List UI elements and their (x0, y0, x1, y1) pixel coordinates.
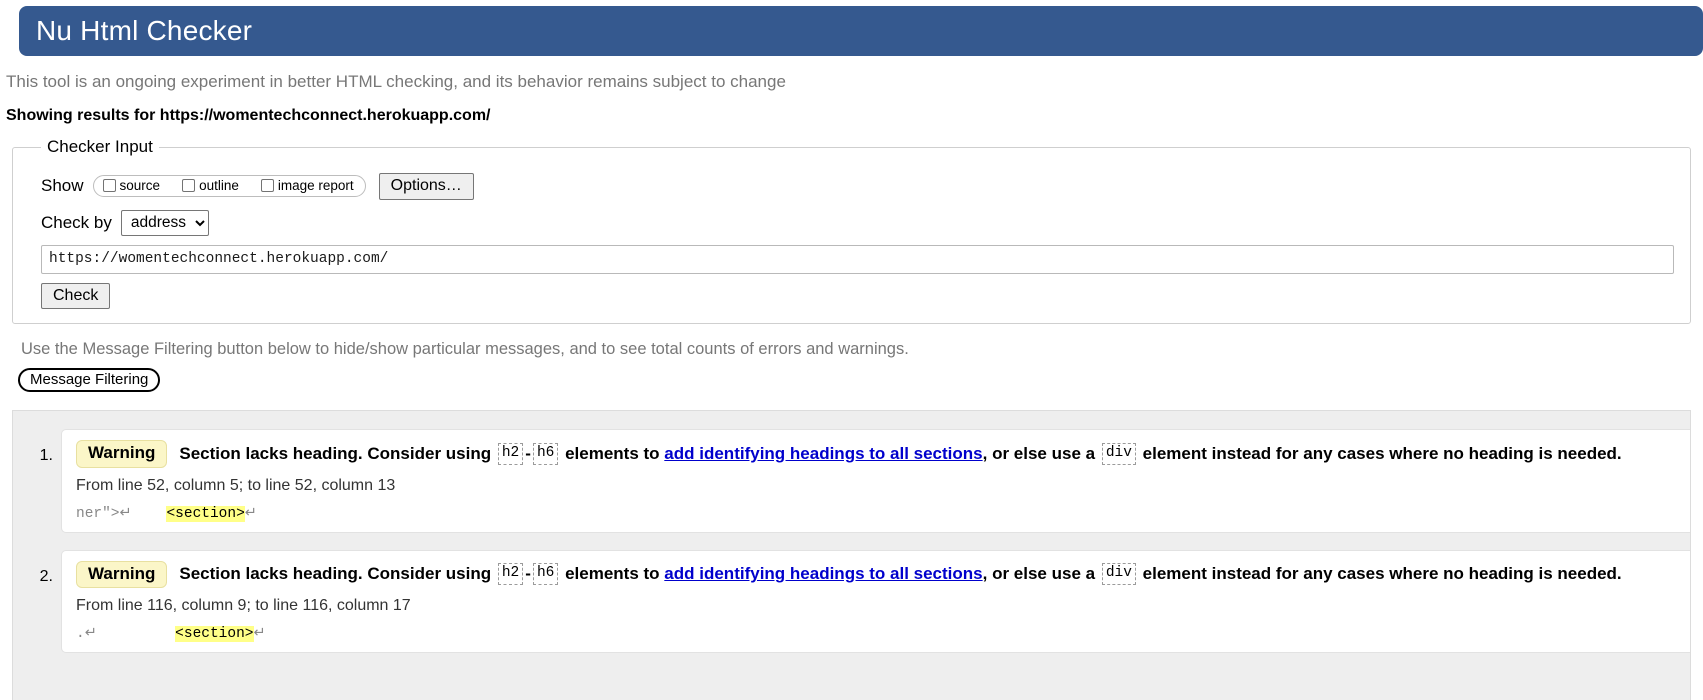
check-button-row: Check (41, 282, 1680, 310)
extract-highlight: <section> (166, 505, 245, 522)
code-element-h6: h6 (532, 442, 559, 466)
showing-results-text: Showing results for https://womentechcon… (6, 107, 491, 124)
checkbox-outline[interactable]: outline (182, 178, 239, 193)
app-header-banner: Nu Html Checker (19, 6, 1703, 56)
filtering-hint-text: Use the Message Filtering button below t… (21, 340, 909, 359)
message-text-part3: , or else use a (982, 564, 1096, 584)
url-input[interactable] (41, 244, 1674, 274)
check-button[interactable]: Check (41, 282, 111, 310)
checkbox-image-report-label: image report (277, 178, 354, 194)
message-extract: .↵ <section>↵ (76, 625, 1690, 642)
extract-before: .↵ (76, 625, 176, 642)
message-item: 1. Warning Section lacks heading. Consid… (13, 429, 1690, 533)
message-location: From line 52, column 5; to line 52, colu… (76, 476, 396, 494)
code-element-div: div (1101, 442, 1136, 466)
headings-help-link[interactable]: add identifying headings to all sections (664, 564, 982, 584)
message-location: From line 116, column 9; to line 116, co… (76, 596, 411, 614)
code-range-dash: - (525, 443, 531, 463)
code-range-dash: - (525, 564, 531, 584)
message-headline: Warning Section lacks heading. Consider … (76, 440, 1690, 468)
show-checkbox-group: source outline image report (92, 175, 366, 198)
message-card: Warning Section lacks heading. Consider … (61, 429, 1690, 533)
status-badge: Warning (76, 560, 168, 588)
message-item: 2. Warning Section lacks heading. Consid… (13, 549, 1690, 653)
tagline-text: This tool is an ongoing experiment in be… (6, 72, 786, 91)
message-headline: Warning Section lacks heading. Consider … (76, 560, 1690, 588)
options-button[interactable]: Options… (378, 173, 474, 200)
extract-after: ↵ (244, 505, 257, 522)
checkbox-box-icon[interactable] (182, 179, 196, 193)
checkbox-source-label: source (119, 178, 161, 194)
extract-highlight: <section> (175, 625, 254, 642)
show-options-row: Show source outline image report Options… (41, 173, 1680, 200)
message-list: 1. Warning Section lacks heading. Consid… (13, 429, 1690, 653)
message-text-part3: , or else use a (982, 443, 1096, 463)
code-element-h2: h2 (497, 442, 524, 466)
message-text-part4: element instead for any cases where no h… (1142, 443, 1622, 463)
app-title: Nu Html Checker (36, 15, 253, 46)
code-element-div: div (1101, 563, 1136, 586)
headings-help-link[interactable]: add identifying headings to all sections (664, 444, 982, 464)
message-text-part1: Section lacks heading. Consider using (179, 443, 492, 463)
check-by-label: Check by (41, 212, 112, 232)
check-by-select[interactable]: address (120, 209, 209, 236)
checker-input-legend: Checker Input (47, 137, 153, 156)
message-text-part1: Section lacks heading. Consider using (179, 564, 492, 584)
message-filtering-button[interactable]: Message Filtering (18, 368, 161, 393)
code-element-h2: h2 (497, 563, 524, 586)
checkbox-outline-label: outline (199, 178, 239, 194)
checkbox-image-report[interactable]: image report (260, 178, 354, 194)
extract-before: ner">↵ (76, 505, 167, 522)
message-text-part2: elements to (565, 564, 660, 584)
checker-input-fieldset: Checker Input Show source outline image … (12, 137, 1691, 325)
checkbox-box-icon[interactable] (260, 179, 274, 193)
checkbox-source[interactable]: source (102, 178, 161, 194)
message-number: 1. (39, 447, 53, 465)
status-badge: Warning (76, 440, 168, 468)
check-by-row: Check by address (41, 209, 1680, 236)
show-label: Show (41, 176, 84, 196)
code-element-h6: h6 (532, 563, 559, 586)
checkbox-box-icon[interactable] (102, 179, 116, 193)
message-number: 2. (39, 567, 53, 585)
message-text-part2: elements to (565, 443, 660, 463)
message-extract: ner">↵ <section>↵ (76, 505, 1690, 522)
message-card: Warning Section lacks heading. Consider … (61, 549, 1690, 653)
extract-after: ↵ (253, 625, 266, 642)
message-text-part4: element instead for any cases where no h… (1142, 564, 1622, 584)
results-container: 1. Warning Section lacks heading. Consid… (12, 410, 1691, 700)
